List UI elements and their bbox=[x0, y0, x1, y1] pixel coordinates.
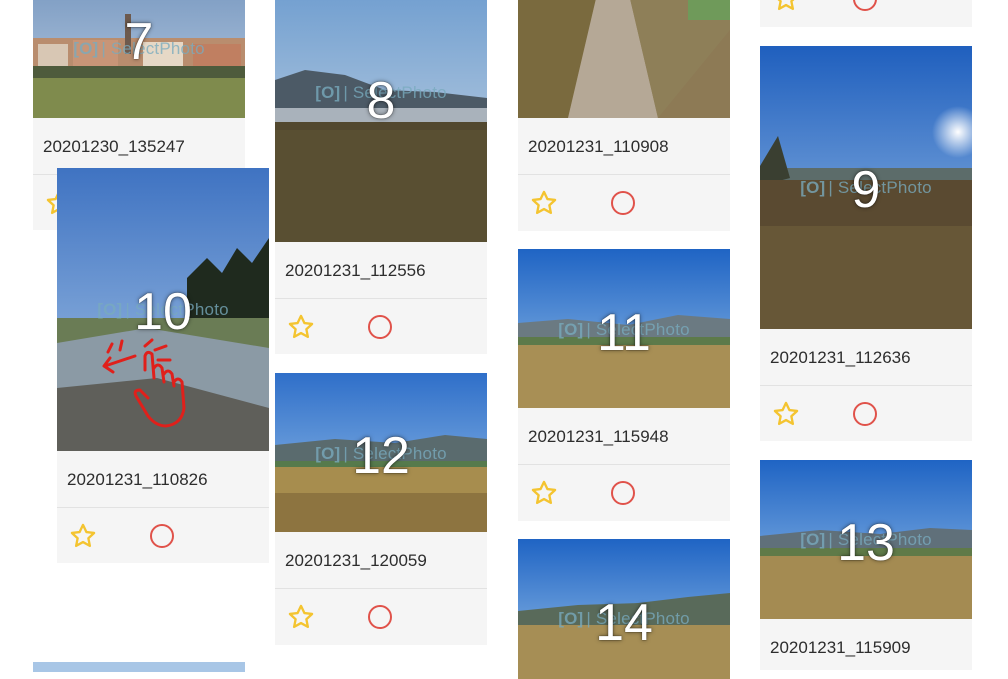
star-outline-icon[interactable] bbox=[69, 522, 97, 550]
photo-thumbnail[interactable] bbox=[518, 0, 730, 118]
select-circle-icon[interactable] bbox=[853, 402, 877, 426]
select-circle-icon[interactable] bbox=[368, 315, 392, 339]
photo-card-13[interactable]: [O] | SelectPhoto 13 20201231_115909 bbox=[760, 460, 972, 670]
star-outline-icon[interactable] bbox=[530, 189, 558, 217]
photo-filename: 20201231_112556 bbox=[275, 242, 487, 299]
photo-number: 8 bbox=[366, 71, 396, 130]
star-outline-icon[interactable] bbox=[287, 313, 315, 341]
photo-thumbnail[interactable]: [O] | SelectPhoto 8 bbox=[275, 0, 487, 242]
select-circle-icon[interactable] bbox=[150, 524, 174, 548]
photo-image bbox=[518, 0, 730, 118]
photo-thumbnail[interactable]: [O] | SelectPhoto 12 bbox=[275, 373, 487, 532]
photo-card-10[interactable]: [O] | SelectPhoto 10 20201231_110826 bbox=[57, 168, 269, 563]
photo-thumbnail[interactable]: [O] | SelectPhoto 11 bbox=[518, 249, 730, 408]
photo-filename: 20201231_112636 bbox=[760, 329, 972, 386]
photo-thumbnail[interactable]: [O] | SelectPhoto 9 bbox=[760, 46, 972, 329]
photo-number: 11 bbox=[597, 304, 651, 363]
photo-card-road[interactable]: 20201231_110908 bbox=[518, 0, 730, 231]
select-circle-icon[interactable] bbox=[368, 605, 392, 629]
photo-filename: 20201231_115948 bbox=[518, 408, 730, 465]
photo-filename: 20201231_110826 bbox=[57, 451, 269, 508]
photo-card-partial[interactable] bbox=[33, 662, 245, 672]
photo-card-11[interactable]: [O] | SelectPhoto 11 20201231_115948 bbox=[518, 249, 730, 521]
photo-number: 10 bbox=[134, 283, 192, 342]
select-circle-icon[interactable] bbox=[853, 0, 877, 11]
photo-thumbnail[interactable]: [O] | SelectPhoto 10 bbox=[57, 168, 269, 451]
photo-card-8[interactable]: [O] | SelectPhoto 8 20201231_112556 bbox=[275, 0, 487, 354]
photo-number: 12 bbox=[352, 426, 410, 485]
photo-thumbnail[interactable]: [O] | SelectPhoto 14 bbox=[518, 539, 730, 679]
star-outline-icon[interactable] bbox=[287, 603, 315, 631]
photo-number: 14 bbox=[595, 594, 653, 652]
photo-number: 7 bbox=[124, 13, 154, 72]
photo-card-top-partial[interactable] bbox=[760, 0, 972, 27]
select-circle-icon[interactable] bbox=[611, 481, 635, 505]
star-outline-icon[interactable] bbox=[772, 0, 800, 13]
select-circle-icon[interactable] bbox=[611, 191, 635, 215]
photo-filename: 20201231_120059 bbox=[275, 532, 487, 589]
photo-card-12[interactable]: [O] | SelectPhoto 12 20201231_120059 bbox=[275, 373, 487, 645]
photo-card-14[interactable]: [O] | SelectPhoto 14 bbox=[518, 539, 730, 679]
star-outline-icon[interactable] bbox=[530, 479, 558, 507]
photo-thumbnail[interactable]: [O] | SelectPhoto 13 bbox=[760, 460, 972, 619]
photo-filename: 20201230_135247 bbox=[33, 118, 245, 175]
photo-thumbnail[interactable]: [O] | SelectPhoto 7 bbox=[33, 0, 245, 118]
photo-number: 13 bbox=[837, 513, 895, 572]
photo-filename: 20201231_115909 bbox=[760, 619, 972, 670]
photo-number: 9 bbox=[851, 161, 881, 220]
star-outline-icon[interactable] bbox=[772, 400, 800, 428]
photo-card-9[interactable]: [O] | SelectPhoto 9 20201231_112636 bbox=[760, 46, 972, 441]
photo-filename: 20201231_110908 bbox=[518, 118, 730, 175]
